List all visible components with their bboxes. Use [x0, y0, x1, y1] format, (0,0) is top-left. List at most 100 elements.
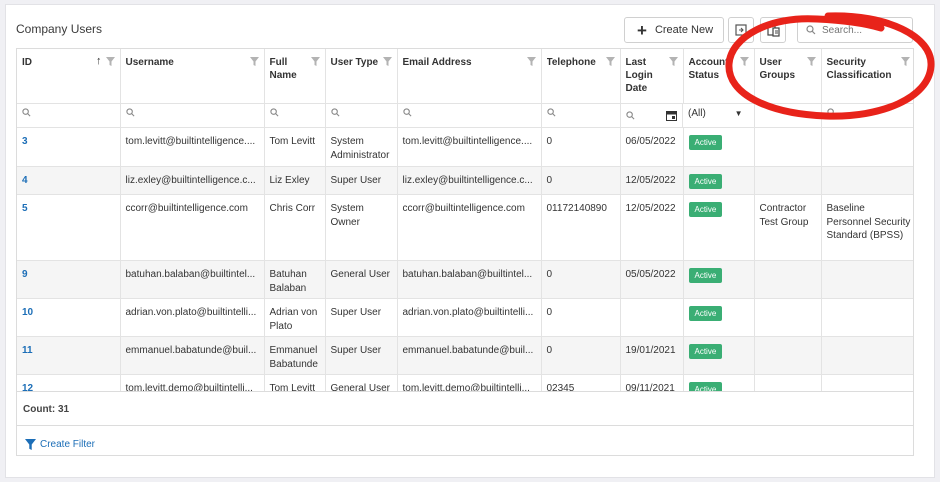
search-input[interactable] [822, 24, 902, 36]
column-header-email[interactable]: Email Address [397, 49, 542, 104]
cell-status: Active [683, 336, 755, 375]
filter-cell-security[interactable] [821, 103, 913, 128]
cell-username: adrian.von.plato@builtintelli... [120, 298, 265, 337]
cell-status: Active [683, 194, 755, 261]
column-header-username[interactable]: Username [120, 49, 265, 104]
column-chooser-icon [766, 23, 780, 37]
cell-telephone: 0 [541, 298, 621, 337]
column-header-status[interactable]: Account Status [683, 49, 755, 104]
export-icon [735, 24, 747, 36]
cell-id[interactable]: 9 [17, 260, 121, 299]
filter-funnel-icon[interactable] [249, 57, 259, 66]
filter-funnel-icon[interactable] [526, 57, 536, 66]
filter-funnel-icon[interactable] [806, 57, 816, 66]
export-button[interactable] [728, 17, 754, 43]
cell-username: tom.levitt.demo@builtintelli... [120, 374, 265, 391]
search-icon [402, 107, 411, 116]
cell-fullname: Liz Exley [264, 166, 326, 195]
create-filter-button[interactable]: Create Filter [16, 426, 914, 456]
cell-status: Active [683, 260, 755, 299]
sort-asc-icon[interactable]: ↑ [96, 55, 102, 68]
cell-groups [754, 298, 822, 337]
filter-cell-lastlogin[interactable] [620, 103, 683, 128]
cell-lastlogin: 09/11/2021 [620, 374, 684, 391]
row-id-link[interactable]: 5 [22, 203, 28, 214]
cell-id[interactable]: 11 [17, 336, 121, 375]
filter-cell-email[interactable] [397, 103, 542, 128]
cell-lastlogin: 05/05/2022 [620, 260, 684, 299]
column-header-id[interactable]: ID ↑ [17, 49, 121, 104]
cell-lastlogin [620, 298, 684, 337]
column-header-security[interactable]: Security Classification [821, 49, 913, 104]
column-header-fullname[interactable]: Full Name [264, 49, 326, 104]
cell-telephone: 01172140890 [541, 194, 621, 261]
cell-security [821, 127, 913, 167]
create-filter-label: Create Filter [40, 439, 96, 450]
table-row[interactable]: 12 tom.levitt.demo@builtintelli... Tom L… [17, 374, 913, 391]
cell-username: liz.exley@builtintelligence.c... [120, 166, 265, 195]
table-row[interactable]: 4 liz.exley@builtintelligence.c... Liz E… [17, 166, 913, 195]
calendar-icon[interactable] [666, 110, 677, 121]
filter-cell-telephone[interactable] [541, 103, 621, 128]
column-header-lastlogin[interactable]: Last Login Date [620, 49, 684, 104]
filter-cell-status[interactable]: (All) ▼ [683, 103, 755, 128]
cell-fullname: Emmanuel Babatunde [264, 336, 326, 375]
filter-funnel-icon[interactable] [668, 57, 678, 66]
search-field[interactable] [797, 17, 913, 43]
cell-username: ccorr@builtintelligence.com [120, 194, 265, 261]
cell-groups [754, 166, 822, 195]
column-header-label: Security Classification [826, 57, 892, 81]
cell-security [821, 374, 913, 391]
status-badge: Active [688, 202, 723, 217]
row-id-link[interactable]: 12 [22, 383, 33, 391]
row-id-link[interactable]: 3 [22, 136, 28, 147]
cell-security [821, 260, 913, 299]
cell-username: emmanuel.babatunde@buil... [120, 336, 265, 375]
filter-cell-username[interactable] [120, 103, 265, 128]
table-row[interactable]: 9 batuhan.balaban@builtintel... Batuhan … [17, 260, 913, 299]
column-chooser-button[interactable] [760, 17, 786, 43]
filter-funnel-icon[interactable] [310, 57, 320, 66]
filter-cell-usertype[interactable] [325, 103, 398, 128]
cell-groups [754, 374, 822, 391]
column-header-usertype[interactable]: User Type [325, 49, 398, 104]
filter-cell-groups[interactable] [754, 103, 822, 128]
cell-usertype: General User [325, 260, 398, 299]
row-id-link[interactable]: 4 [22, 175, 28, 186]
column-header-label: Email Address [402, 57, 472, 68]
create-new-button[interactable]: + Create New [624, 17, 724, 43]
filter-cell-fullname[interactable] [264, 103, 326, 128]
cell-groups [754, 336, 822, 375]
cell-telephone: 0 [541, 260, 621, 299]
cell-id[interactable]: 4 [17, 166, 121, 195]
row-id-link[interactable]: 9 [22, 269, 28, 280]
table-row[interactable]: 3 tom.levitt@builtintelligence.... Tom L… [17, 127, 913, 167]
dropdown-caret-icon[interactable]: ▼ [735, 109, 743, 118]
filter-funnel-icon[interactable] [739, 57, 749, 66]
filter-funnel-icon[interactable] [382, 57, 392, 66]
table-row[interactable]: 11 emmanuel.babatunde@buil... Emmanuel B… [17, 336, 913, 375]
search-icon [625, 110, 634, 119]
column-header-telephone[interactable]: Telephone [541, 49, 621, 104]
cell-security [821, 166, 913, 195]
filter-funnel-icon[interactable] [900, 57, 910, 66]
cell-security: Baseline Personnel Security Standard (BP… [821, 194, 913, 261]
cell-email: batuhan.balaban@builtintel... [397, 260, 542, 299]
row-id-link[interactable]: 11 [22, 345, 33, 356]
cell-id[interactable]: 10 [17, 298, 121, 337]
search-icon [546, 107, 555, 116]
row-id-link[interactable]: 10 [22, 307, 33, 318]
cell-id[interactable]: 5 [17, 194, 121, 261]
cell-lastlogin: 12/05/2022 [620, 194, 684, 261]
filter-funnel-icon[interactable] [605, 57, 615, 66]
table-row[interactable]: 10 adrian.von.plato@builtintelli... Adri… [17, 298, 913, 337]
cell-id[interactable]: 3 [17, 127, 121, 167]
cell-username: tom.levitt@builtintelligence.... [120, 127, 265, 167]
filter-cell-id[interactable] [17, 103, 121, 128]
cell-usertype: Super User [325, 166, 398, 195]
filter-funnel-icon[interactable] [105, 57, 115, 66]
column-header-label: Username [125, 57, 174, 68]
cell-id[interactable]: 12 [17, 374, 121, 391]
column-header-groups[interactable]: User Groups [754, 49, 822, 104]
table-row[interactable]: 5 ccorr@builtintelligence.com Chris Corr… [17, 194, 913, 261]
